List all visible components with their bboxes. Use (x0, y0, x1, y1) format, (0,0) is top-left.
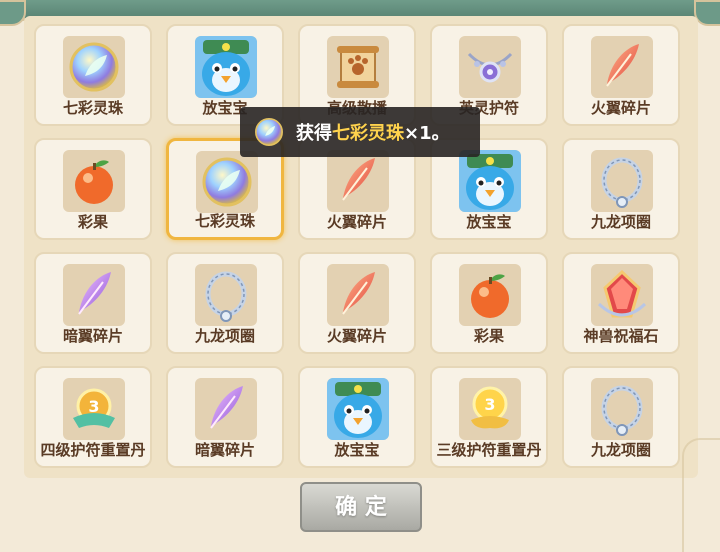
rainbow-orb-icon (255, 118, 283, 146)
reward-label: 三级护符重置丹 (436, 441, 542, 459)
reward-label: 九龙项圈 (590, 213, 651, 231)
rainbow-orb-icon (63, 36, 125, 98)
reward-label: 九龙项圈 (590, 441, 651, 459)
toast-item-name: 七彩灵珠 (332, 123, 404, 144)
fire-feather-icon (327, 264, 389, 326)
reward-toast: 获得 七彩灵珠 ×1。 (240, 107, 480, 157)
reward-label: 彩果 (77, 213, 108, 231)
reward-slot[interactable]: 火翼碎片 (298, 252, 416, 354)
reward-label: 放宝宝 (466, 213, 512, 231)
fruit-icon (63, 150, 125, 212)
reward-label: 七彩灵珠 (194, 212, 255, 230)
toast-prefix: 获得 (296, 123, 332, 144)
dark-feather-icon (195, 378, 257, 440)
necklace-icon (591, 378, 653, 440)
reward-slot[interactable]: 彩果 (430, 252, 548, 354)
reward-slot[interactable]: 九龙项圈 (166, 252, 284, 354)
blue-chick-icon (195, 36, 257, 98)
reward-slot[interactable]: 九龙项圈 (562, 138, 680, 240)
fruit-icon (459, 264, 521, 326)
reward-label: 九龙项圈 (194, 327, 255, 345)
crystal-icon (591, 264, 653, 326)
reward-label: 神兽祝福石 (583, 327, 659, 345)
reward-slot[interactable]: 神兽祝福石 (562, 252, 680, 354)
reward-label: 暗翼碎片 (194, 441, 255, 459)
necklace-icon (591, 150, 653, 212)
side-ornament (682, 438, 720, 552)
charm-pill-3-icon: 3 (459, 378, 521, 440)
reward-label: 七彩灵珠 (62, 99, 123, 117)
rainbow-orb-icon (196, 151, 258, 213)
reward-slot[interactable]: 彩果 (34, 138, 152, 240)
svg-text:3: 3 (484, 395, 495, 414)
reward-label: 火翼碎片 (590, 99, 651, 117)
reward-label: 暗翼碎片 (62, 327, 123, 345)
reward-label: 四级护符重置丹 (40, 441, 146, 459)
reward-label: 放宝宝 (334, 441, 380, 459)
charm-pill-4-icon: 3 (63, 378, 125, 440)
reward-label: 火翼碎片 (326, 327, 387, 345)
blue-chick-icon (327, 378, 389, 440)
reward-slot[interactable]: 暗翼碎片 (34, 252, 152, 354)
frame-corner-left (0, 0, 26, 26)
scroll-icon (327, 36, 389, 98)
reward-slot[interactable]: 九龙项圈 (562, 366, 680, 468)
reward-label: 彩果 (473, 327, 504, 345)
reward-label: 火翼碎片 (326, 213, 387, 231)
necklace-icon (195, 264, 257, 326)
reward-slot[interactable]: 七彩灵珠 (34, 24, 152, 126)
amulet-icon (459, 36, 521, 98)
toast-suffix: ×1。 (404, 123, 450, 144)
reward-slot[interactable]: 3 三级护符重置丹 (430, 366, 548, 468)
reward-slot[interactable]: 暗翼碎片 (166, 366, 284, 468)
blue-chick-icon (459, 150, 521, 212)
confirm-button[interactable]: 确 定 (300, 482, 422, 532)
fire-feather-icon (327, 150, 389, 212)
fire-feather-icon (591, 36, 653, 98)
reward-slot[interactable]: 3 四级护符重置丹 (34, 366, 152, 468)
dark-feather-icon (63, 264, 125, 326)
reward-slot[interactable]: 放宝宝 (298, 366, 416, 468)
reward-slot[interactable]: 火翼碎片 (562, 24, 680, 126)
